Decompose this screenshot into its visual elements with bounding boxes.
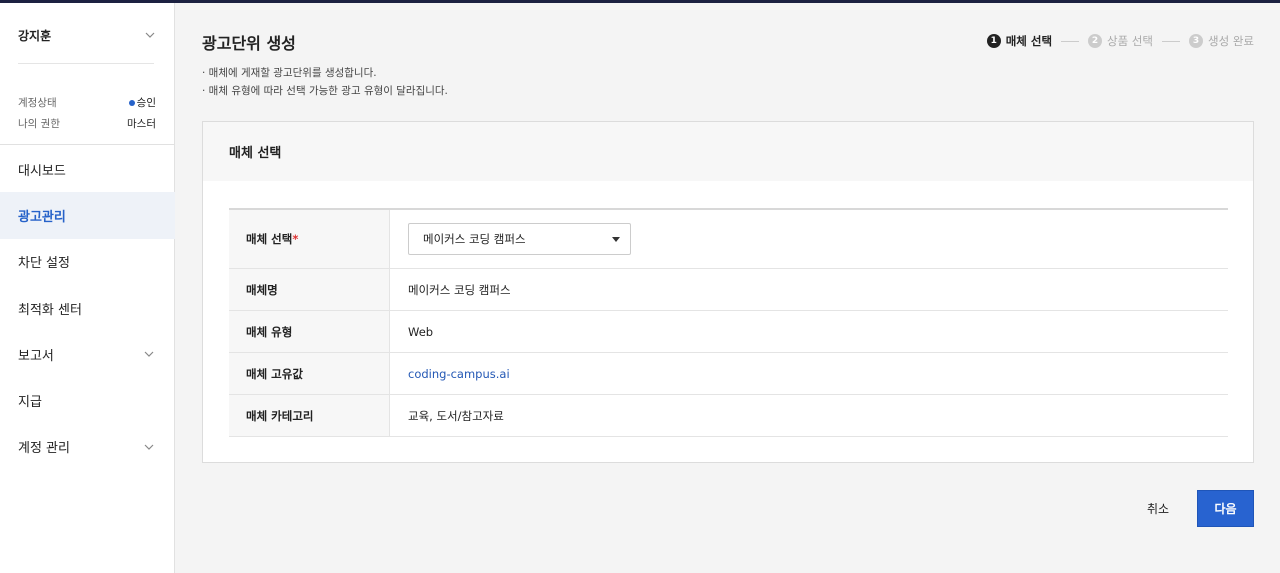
media-select-value: 메이커스 코딩 캠퍼스 xyxy=(423,232,526,246)
user-menu[interactable]: 강지훈 xyxy=(18,25,156,45)
form-row-media-type: 매체 유형 Web xyxy=(229,311,1228,353)
sidebar-item-label: 차단 설정 xyxy=(18,256,70,272)
status-dot-icon xyxy=(128,99,135,106)
account-status-label: 계정상태 xyxy=(18,97,57,109)
sidebar-item-account-management[interactable]: 계정 관리 xyxy=(0,424,175,470)
sidebar-item-reports[interactable]: 보고서 xyxy=(0,331,175,377)
step-number: 3 xyxy=(1189,34,1204,48)
form-label: 매체명 xyxy=(229,269,390,310)
sidebar-item-block-settings[interactable]: 차단 설정 xyxy=(0,239,175,285)
role-label: 나의 권한 xyxy=(18,118,60,130)
step-connector xyxy=(1162,40,1181,42)
form-row-media-select: 매체 선택 * 메이커스 코딩 캠퍼스 xyxy=(229,210,1228,269)
sidebar-divider xyxy=(18,63,154,64)
page-description-2: · 매체 유형에 따라 선택 가능한 광고 유형이 달라집니다. xyxy=(202,85,448,97)
sidebar: 강지훈 계정상태 승인 나의 권한 마스터 대시보드 광고관리 차단 설정 최적… xyxy=(0,3,175,573)
form-label: 매체 선택 * xyxy=(229,210,390,268)
account-status-row: 계정상태 승인 xyxy=(18,95,156,110)
media-select-dropdown[interactable]: 메이커스 코딩 캠퍼스 xyxy=(408,223,631,255)
form-value: 메이커스 코딩 캠퍼스 xyxy=(390,210,1228,268)
chevron-down-icon xyxy=(144,29,156,41)
step-label: 매체 선택 xyxy=(1005,34,1053,48)
next-button[interactable]: 다음 xyxy=(1197,490,1254,527)
form-value: coding-campus.ai xyxy=(390,353,1228,394)
step-indicator: 1 매체 선택 2 상품 선택 3 생성 완료 xyxy=(986,33,1254,49)
sidebar-item-label: 대시보드 xyxy=(18,163,66,179)
form-value: 교육, 도서/참고자료 xyxy=(408,408,504,423)
account-status-text: 승인 xyxy=(136,97,156,109)
card-title: 매체 선택 xyxy=(203,122,1253,181)
step-1: 1 매체 선택 xyxy=(986,33,1053,49)
role-row: 나의 권한 마스터 xyxy=(18,116,156,131)
step-number: 2 xyxy=(1088,34,1103,48)
sidebar-item-ad-management[interactable]: 광고관리 xyxy=(0,192,175,239)
user-name: 강지훈 xyxy=(18,28,52,43)
sidebar-nav: 대시보드 광고관리 차단 설정 최적화 센터 보고서 지급 계정 관리 xyxy=(0,146,175,470)
form-label: 매체 유형 xyxy=(229,311,390,352)
page-title: 광고단위 생성 xyxy=(202,34,296,53)
media-form: 매체 선택 * 메이커스 코딩 캠퍼스 매체명 메이커스 코딩 캠퍼스 매체 유형… xyxy=(229,208,1228,437)
form-row-media-id: 매체 고유값 coding-campus.ai xyxy=(229,353,1228,395)
step-connector xyxy=(1061,40,1080,42)
account-status-value: 승인 xyxy=(128,95,156,110)
page-description-1: · 매체에 게재할 광고단위를 생성합니다. xyxy=(202,67,377,79)
media-id-link[interactable]: coding-campus.ai xyxy=(408,367,510,381)
sidebar-item-payment[interactable]: 지급 xyxy=(0,377,175,423)
form-row-media-name: 매체명 메이커스 코딩 캠퍼스 xyxy=(229,269,1228,311)
step-label: 상품 선택 xyxy=(1107,34,1154,48)
form-row-media-category: 매체 카테고리 교육, 도서/참고자료 xyxy=(229,395,1228,437)
form-label-text: 매체 선택 xyxy=(246,232,293,246)
step-label: 생성 완료 xyxy=(1208,34,1254,48)
required-mark: * xyxy=(292,232,299,246)
form-value: 메이커스 코딩 캠퍼스 xyxy=(408,282,511,297)
chevron-down-icon xyxy=(143,441,155,453)
step-number: 1 xyxy=(986,34,1001,48)
step-2: 2 상품 선택 xyxy=(1088,33,1153,49)
sidebar-item-dashboard[interactable]: 대시보드 xyxy=(0,146,175,192)
media-select-card: 매체 선택 매체 선택 * 메이커스 코딩 캠퍼스 매체명 메이커스 코딩 캠퍼스… xyxy=(202,121,1254,463)
sidebar-item-label: 보고서 xyxy=(18,348,54,364)
sidebar-item-label: 최적화 센터 xyxy=(18,302,82,318)
caret-down-icon xyxy=(612,236,620,242)
cancel-button[interactable]: 취소 xyxy=(1138,490,1178,526)
form-label: 매체 고유값 xyxy=(229,353,390,394)
role-value: 마스터 xyxy=(127,118,156,130)
main-content: 광고단위 생성 · 매체에 게재할 광고단위를 생성합니다. · 매체 유형에 … xyxy=(176,3,1280,573)
sidebar-item-label: 계정 관리 xyxy=(18,441,70,457)
form-value: Web xyxy=(408,324,434,339)
sidebar-item-label: 지급 xyxy=(18,395,42,411)
step-3: 3 생성 완료 xyxy=(1189,33,1254,49)
nav-divider xyxy=(0,144,175,145)
form-label: 매체 카테고리 xyxy=(229,395,390,436)
sidebar-item-label: 광고관리 xyxy=(18,209,66,225)
sidebar-item-optimization-center[interactable]: 최적화 센터 xyxy=(0,285,175,331)
chevron-down-icon xyxy=(143,348,155,360)
